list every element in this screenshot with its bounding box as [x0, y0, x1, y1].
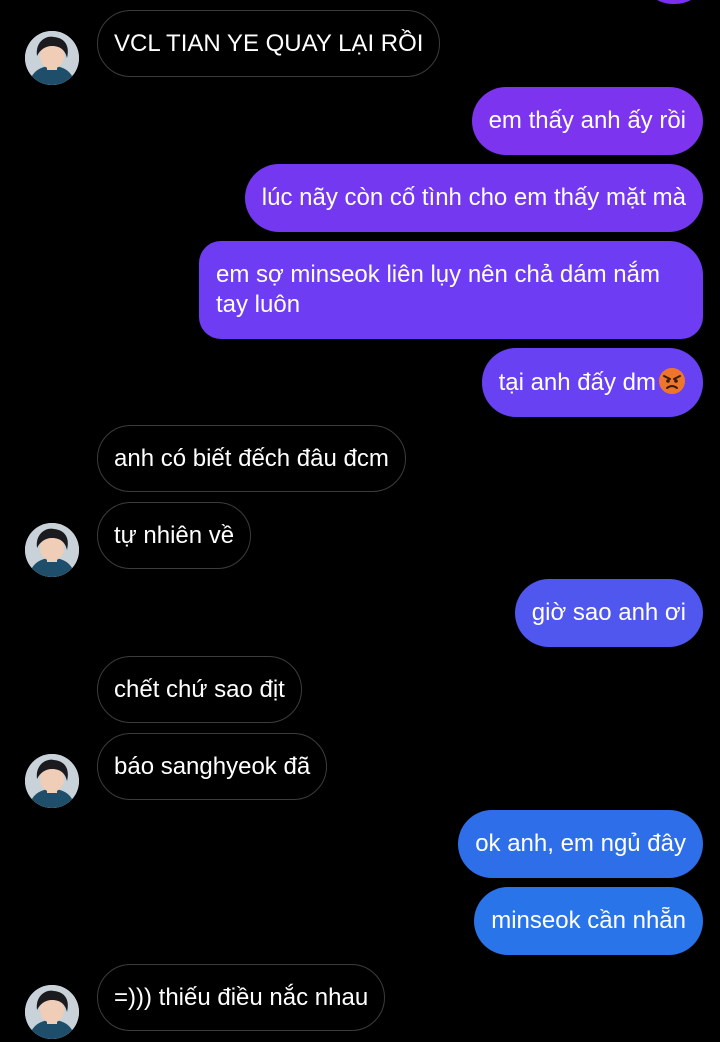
message-bubble-sent[interactable]: giờ sao anh ơi — [514, 579, 703, 647]
message-text: =))) thiếu điều nắc nhau — [114, 983, 369, 1011]
contact-avatar[interactable] — [25, 523, 79, 577]
contact-avatar[interactable] — [25, 985, 79, 1039]
message-text: tại anh đấy dm — [498, 369, 656, 396]
message-bubble-received[interactable]: tự nhiên về — [97, 502, 252, 569]
angry-face-icon — [659, 368, 685, 394]
previous-message-edge — [654, 0, 694, 4]
message-bubble-received[interactable]: báo sanghyeok đã — [97, 733, 328, 800]
message-text: lúc nãy còn cố tình cho em thấy mặt mà — [261, 184, 686, 211]
message-text: giờ sao anh ơi — [531, 599, 686, 626]
message-bubble-sent[interactable]: em sợ minseok liên lụy nên chả dám nắm t… — [199, 241, 703, 339]
message-bubble-sent[interactable]: ok anh, em ngủ đây — [458, 810, 703, 878]
message-bubble-sent[interactable]: em thấy anh ấy rồi — [471, 87, 703, 155]
message-bubble-sent[interactable]: minseok cần nhẵn — [474, 887, 703, 955]
message-bubble-sent[interactable]: tại anh đấy dm — [481, 348, 703, 417]
message-text: anh có biết đếch đâu đcm — [114, 444, 389, 472]
message-text: VCL TIAN YE QUAY LẠI RỒI — [114, 29, 424, 57]
contact-avatar[interactable] — [25, 31, 79, 85]
message-text: chết chứ sao địt — [114, 675, 285, 703]
message-bubble-sent[interactable]: lúc nãy còn cố tình cho em thấy mặt mà — [244, 164, 703, 232]
message-text: em sợ minseok liên lụy nên chả dám nắm t… — [216, 261, 660, 318]
message-bubble-received[interactable]: VCL TIAN YE QUAY LẠI RỒI — [97, 10, 441, 77]
message-text: ok anh, em ngủ đây — [475, 830, 686, 857]
message-text: báo sanghyeok đã — [114, 752, 311, 780]
message-bubble-received[interactable]: anh có biết đếch đâu đcm — [97, 425, 406, 492]
message-text: em thấy anh ấy rồi — [488, 107, 686, 134]
message-text: tự nhiên về — [114, 521, 235, 549]
contact-avatar[interactable] — [25, 754, 79, 808]
message-bubble-received[interactable]: chết chứ sao địt — [97, 656, 302, 723]
message-bubble-received[interactable]: =))) thiếu điều nắc nhau — [97, 964, 386, 1031]
message-text: minseok cần nhẵn — [491, 907, 686, 934]
